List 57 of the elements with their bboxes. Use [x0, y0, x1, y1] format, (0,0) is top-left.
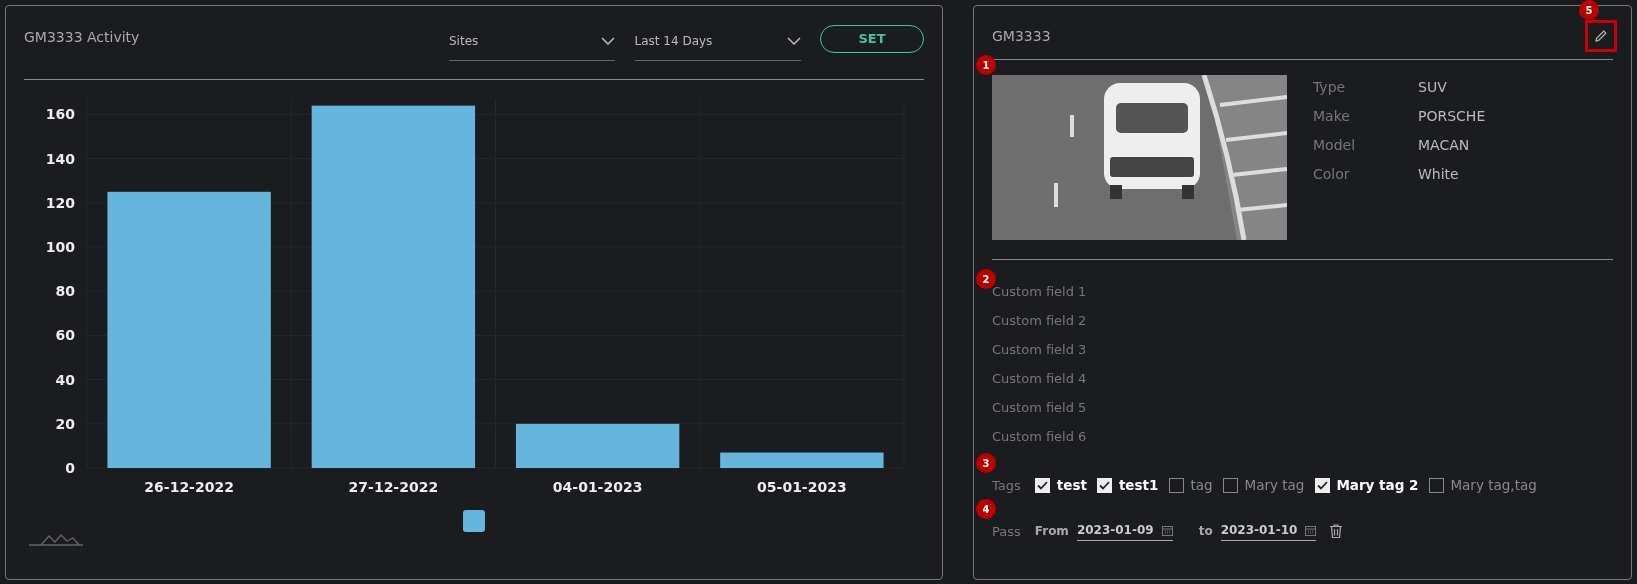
checkbox[interactable]: [1428, 477, 1444, 493]
axis-category-label: 05-01-2023: [757, 479, 847, 495]
detail-value: MACAN: [1418, 136, 1470, 155]
tag-label: Mary tag 2: [1336, 476, 1419, 495]
axis-tick-label: 20: [55, 415, 75, 432]
axis-tick-label: 120: [45, 194, 75, 211]
detail-label: Color: [1313, 165, 1351, 184]
axis-category-label: 04-01-2023: [552, 479, 643, 495]
detail-value: SUV: [1418, 78, 1447, 97]
dropdown-select[interactable]: Last 14 Days: [634, 24, 801, 61]
checkbox[interactable]: [1223, 477, 1239, 493]
detail-label: Model: [1313, 136, 1357, 155]
axis-tick-label: 0: [65, 460, 75, 476]
axis-tick-label: 80: [55, 283, 75, 300]
checkbox[interactable]: [1168, 477, 1184, 493]
tag-label: Mary tag,tag: [1450, 476, 1537, 495]
date-field[interactable]: 2023-01-09: [1076, 521, 1173, 542]
marker-badge: 4: [976, 499, 996, 520]
custom-field-label: Custom field 3: [992, 341, 1088, 359]
dropdown-select[interactable]: Sites: [449, 24, 615, 61]
to-label: to: [1198, 523, 1213, 541]
calendar-icon: [1305, 524, 1317, 536]
tag-label: test: [1056, 476, 1087, 495]
detail-value: White: [1418, 165, 1459, 184]
marker-badge: 5: [1579, 0, 1599, 20]
panel-title: GM3333 Activity: [24, 28, 140, 47]
axis-tick-label: 140: [45, 150, 75, 167]
marker-badge: 1: [976, 55, 996, 75]
axis-tick-label: 40: [55, 371, 75, 388]
chevron-down-icon: [601, 37, 615, 45]
date-field[interactable]: 2023-01-10: [1220, 521, 1317, 542]
tag-label: tag: [1190, 476, 1213, 495]
axis-tick-label: 100: [45, 239, 75, 256]
trash-icon[interactable]: [1330, 524, 1343, 539]
pencil-icon: [1594, 29, 1608, 43]
from-label: From: [1034, 523, 1069, 541]
custom-field-label: Custom field 2: [992, 312, 1088, 330]
logo-icon: [29, 532, 83, 546]
marker-badge: 3: [976, 453, 996, 473]
detail-label: Type: [1313, 78, 1347, 97]
axis-category-label: 27-12-2022: [348, 479, 439, 495]
custom-field-label: Custom field 5: [992, 399, 1088, 417]
detail-value: PORSCHE: [1418, 107, 1486, 126]
pass-label: Pass: [992, 523, 1021, 539]
edit-button[interactable]: [1585, 20, 1617, 52]
tags-label: Tags: [992, 477, 1021, 493]
chevron-down-icon: [786, 37, 801, 45]
custom-field-label: Custom field 4: [992, 370, 1088, 388]
calendar-icon: [1161, 524, 1173, 536]
axis-tick-label: 160: [45, 106, 75, 123]
tag-label: test1: [1118, 476, 1159, 495]
panel-title: GM3333: [992, 26, 1051, 46]
detail-label: Make: [1313, 107, 1351, 126]
tag-label: Mary tag: [1244, 476, 1305, 495]
custom-field-label: Custom field 6: [992, 428, 1088, 446]
axis-category-label: 26-12-2022: [144, 479, 234, 495]
axis-tick-label: 60: [55, 327, 75, 344]
